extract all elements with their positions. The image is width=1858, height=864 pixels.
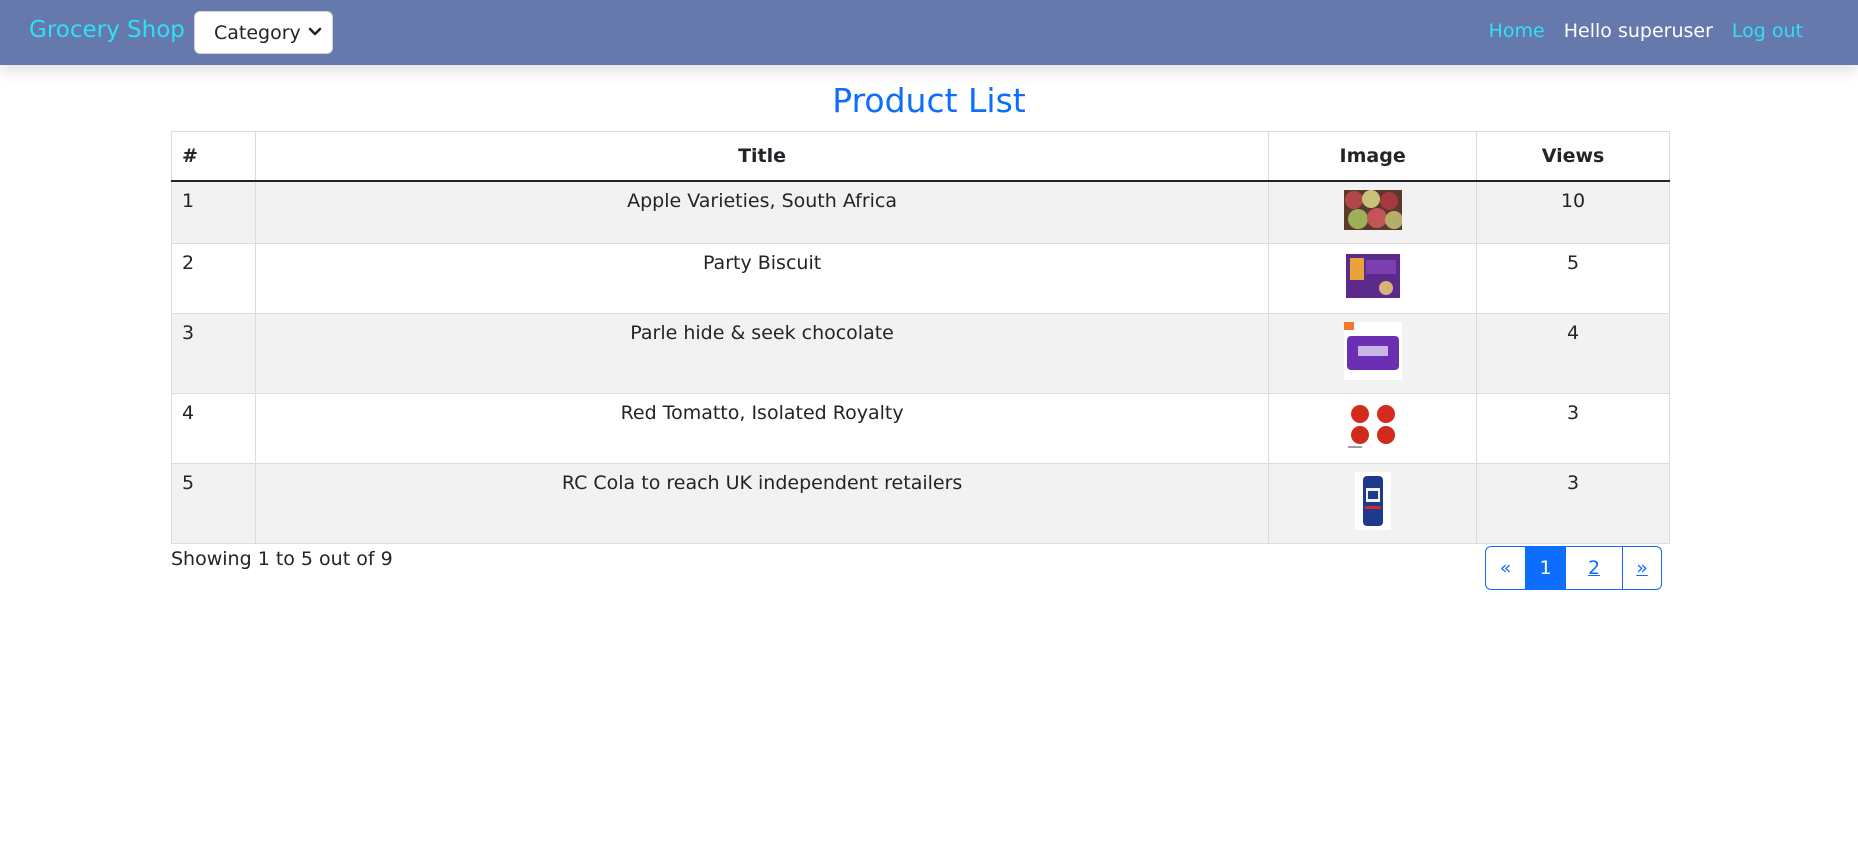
row-title: Parle hide & seek chocolate <box>254 312 1270 394</box>
pagination: « 1 2 » <box>1485 546 1662 590</box>
row-number: 3 <box>171 312 256 394</box>
row-title: Party Biscuit <box>254 242 1270 314</box>
pagination-page-1[interactable]: 1 <box>1525 547 1565 589</box>
row-image-cell <box>1268 392 1478 464</box>
table-row: 2 Party Biscuit 5 <box>171 242 1670 314</box>
row-views: 3 <box>1476 462 1670 544</box>
row-image-cell <box>1268 242 1478 314</box>
table-row: 3 Parle hide & seek chocolate 4 <box>171 312 1670 394</box>
row-views: 4 <box>1476 312 1670 394</box>
logout-link[interactable]: Log out <box>1732 20 1803 42</box>
category-select-value: Category <box>214 21 301 44</box>
nav-right-group: Home Hello superuser Log out <box>1489 20 1803 42</box>
tomatoes-thumbnail <box>1343 401 1402 450</box>
row-number: 4 <box>171 392 256 464</box>
apples-thumbnail <box>1343 189 1402 230</box>
row-title: Red Tomatto, Isolated Royalty <box>254 392 1270 464</box>
row-views: 5 <box>1476 242 1670 314</box>
row-number: 1 <box>171 180 256 244</box>
row-image-cell <box>1268 312 1478 394</box>
pagination-next[interactable]: » <box>1622 547 1661 589</box>
row-number: 5 <box>171 462 256 544</box>
row-views: 10 <box>1476 180 1670 244</box>
row-title: Apple Varieties, South Africa <box>254 180 1270 244</box>
category-select[interactable]: Category <box>194 11 333 54</box>
home-link[interactable]: Home <box>1489 20 1545 42</box>
cola-can-thumbnail <box>1354 471 1391 530</box>
col-header-number: # <box>171 131 256 182</box>
table-row: 4 Red Tomatto, Isolated Royalty 3 <box>171 392 1670 464</box>
pagination-page-2[interactable]: 2 <box>1565 547 1622 589</box>
table-row: 5 RC Cola to reach UK independent retail… <box>171 462 1670 544</box>
col-header-image: Image <box>1268 131 1478 182</box>
brand-link[interactable]: Grocery Shop <box>29 17 185 43</box>
row-title: RC Cola to reach UK independent retailer… <box>254 462 1270 544</box>
chevron-down-icon <box>308 27 322 36</box>
product-table: # Title Image Views 1 Apple Varieties, S… <box>171 131 1670 544</box>
table-header-row: # Title Image Views <box>171 131 1670 182</box>
row-views: 3 <box>1476 392 1670 464</box>
biscuit-box-thumbnail <box>1345 253 1400 298</box>
pagination-summary: Showing 1 to 5 out of 9 <box>171 548 393 570</box>
page-title: Product List <box>832 81 1026 120</box>
top-navbar: Grocery Shop Category Home Hello superus… <box>0 0 1858 65</box>
row-image-cell <box>1268 180 1478 244</box>
table-row: 1 Apple Varieties, South Africa 10 <box>171 180 1670 244</box>
col-header-views: Views <box>1476 131 1670 182</box>
chocolate-pack-thumbnail <box>1343 321 1402 380</box>
pagination-prev[interactable]: « <box>1486 547 1525 589</box>
row-image-cell <box>1268 462 1478 544</box>
col-header-title: Title <box>254 131 1270 182</box>
row-number: 2 <box>171 242 256 314</box>
user-greeting: Hello superuser <box>1563 20 1713 42</box>
